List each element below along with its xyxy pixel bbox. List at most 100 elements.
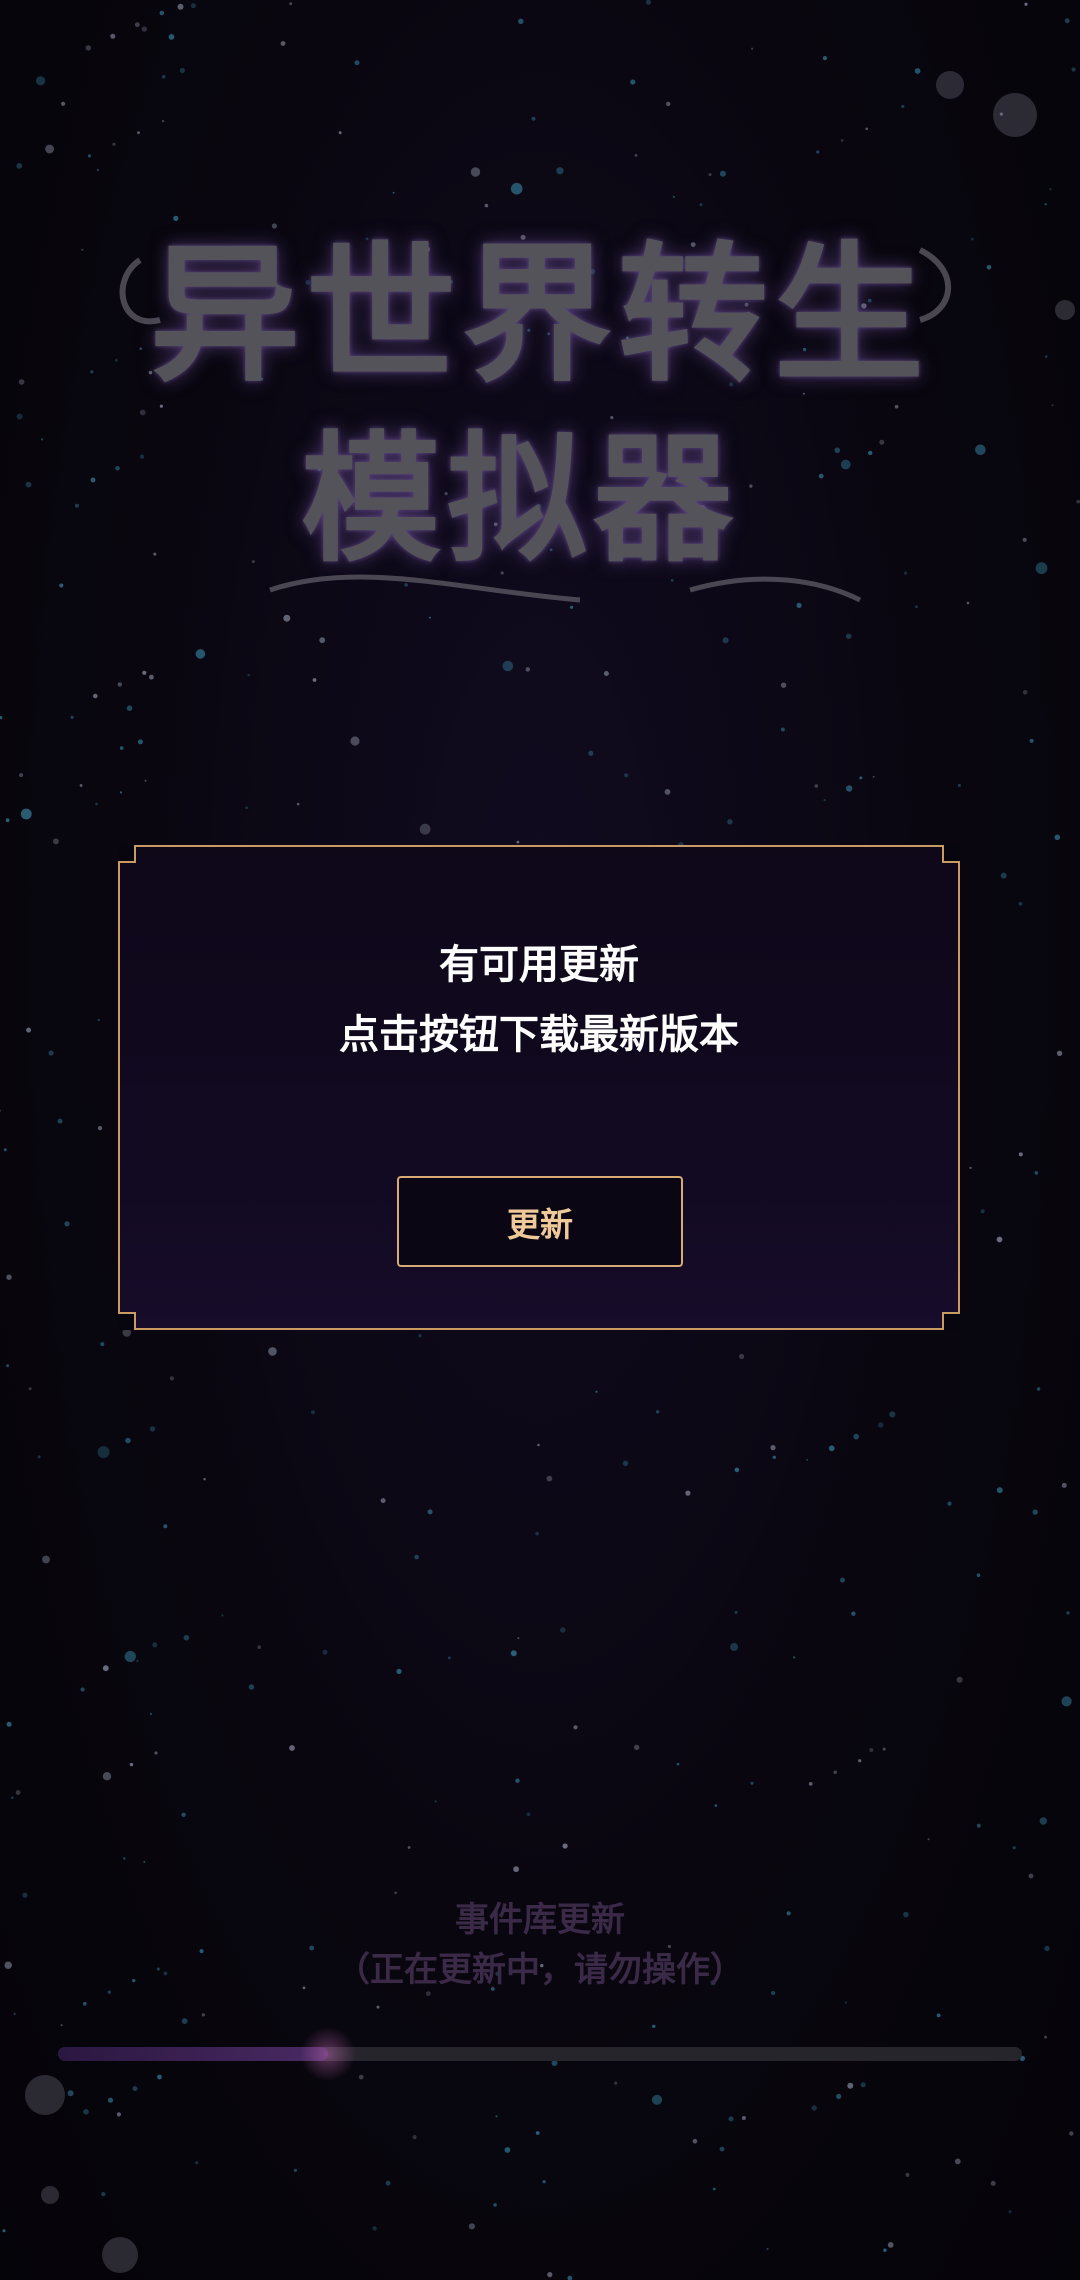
star	[157, 2074, 162, 2080]
star	[517, 1637, 520, 1640]
star	[816, 150, 820, 154]
star	[739, 1353, 745, 1360]
star	[134, 22, 140, 28]
star	[858, 1759, 862, 1763]
star	[79, 784, 83, 787]
star	[169, 1376, 174, 1381]
dialog-corner-ornament	[118, 1312, 136, 1330]
star	[15, 1790, 21, 1795]
star	[52, 838, 59, 845]
star	[535, 2131, 540, 2135]
star	[996, 1487, 1003, 1494]
star	[1044, 2035, 1047, 2039]
game-logo: 异世界转生 模拟器	[100, 170, 980, 650]
star	[107, 2097, 114, 2103]
star	[83, 2109, 89, 2115]
star	[525, 667, 531, 672]
star	[603, 671, 609, 676]
star	[179, 67, 185, 74]
star	[730, 1643, 739, 1651]
star	[560, 1627, 566, 1633]
star	[947, 1501, 952, 1506]
star	[159, 10, 165, 16]
star	[614, 2081, 618, 2085]
star	[125, 1437, 131, 1444]
star	[136, 1659, 139, 1662]
star	[734, 1610, 738, 1614]
star	[90, 477, 96, 483]
star	[144, 779, 147, 782]
star	[823, 798, 826, 802]
star	[853, 1433, 859, 1440]
star	[634, 1744, 640, 1751]
star	[751, 47, 754, 50]
star	[123, 1857, 126, 1860]
star	[97, 1018, 101, 1022]
star	[887, 2242, 894, 2248]
star	[36, 76, 46, 86]
star	[727, 819, 733, 825]
star	[495, 2115, 498, 2118]
star	[201, 2013, 205, 2017]
star	[132, 2086, 138, 2092]
star	[954, 2158, 961, 2165]
star	[851, 1611, 856, 1616]
star	[595, 1390, 598, 1393]
star	[418, 1334, 422, 1338]
star	[634, 154, 638, 157]
star	[502, 660, 514, 672]
star	[905, 2172, 910, 2177]
star	[13, 2012, 16, 2015]
star	[622, 1460, 629, 1467]
star	[245, 806, 248, 810]
star	[93, 693, 98, 699]
star	[195, 2161, 199, 2165]
star	[1029, 738, 1034, 743]
star	[772, 1455, 776, 1460]
star	[126, 705, 133, 711]
star	[358, 2074, 364, 2080]
star	[656, 1410, 660, 1414]
star	[447, 1656, 451, 1660]
star	[1054, 834, 1061, 841]
star	[45, 144, 54, 154]
dialog-message: 点击按钮下载最新版本	[339, 1012, 739, 1058]
star	[846, 785, 853, 792]
star	[865, 127, 868, 131]
star	[414, 1554, 419, 1560]
star	[518, 18, 524, 24]
star	[149, 1426, 156, 1432]
star	[0, 1109, 2, 1112]
star	[3, 1148, 7, 1152]
star	[380, 1498, 386, 1504]
star	[562, 1843, 568, 1849]
star	[412, 2135, 417, 2140]
star	[124, 1650, 136, 1663]
star	[516, 840, 520, 844]
star	[25, 481, 32, 488]
star	[1022, 689, 1028, 695]
star	[1061, 1482, 1067, 1488]
star	[588, 750, 594, 756]
status-title: 事件库更新	[455, 1900, 625, 1940]
star	[1024, 2, 1028, 6]
bokeh-glow	[993, 93, 1037, 137]
star	[1044, 203, 1047, 206]
star	[882, 1747, 886, 1751]
update-button[interactable]: 更新	[397, 1176, 683, 1267]
star	[85, 45, 92, 51]
star	[80, 1687, 85, 1692]
star	[19, 773, 24, 778]
star	[780, 682, 787, 688]
star	[1012, 1846, 1016, 1850]
star	[95, 802, 98, 806]
star	[1008, 2210, 1012, 2214]
star	[141, 26, 148, 32]
star	[493, 2203, 497, 2207]
star	[195, 649, 206, 659]
star	[976, 1823, 981, 1828]
star	[996, 1236, 1003, 1243]
star	[407, 1846, 411, 1849]
star	[168, 34, 175, 40]
star	[1069, 2131, 1074, 2136]
